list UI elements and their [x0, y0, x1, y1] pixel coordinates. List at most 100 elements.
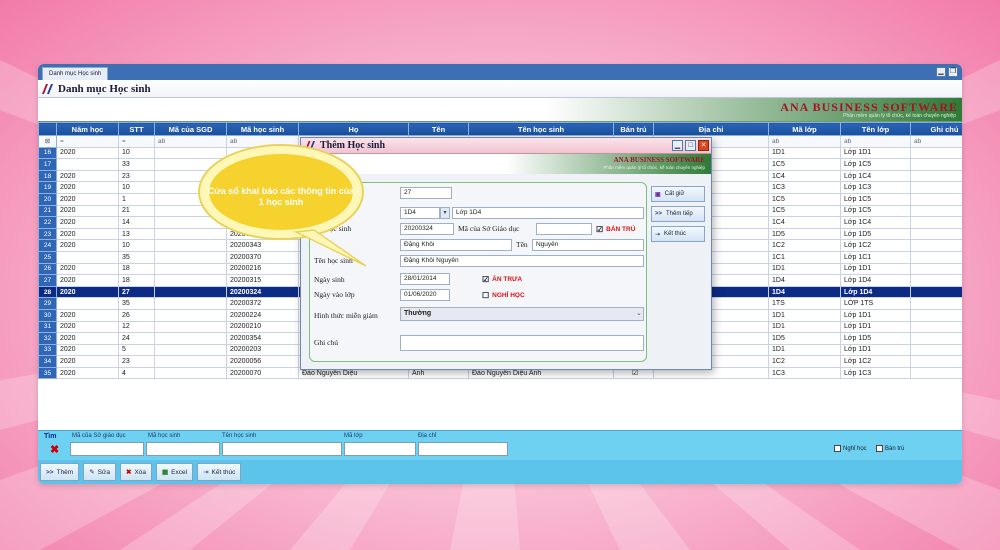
- search-ma-sgd-input[interactable]: [70, 442, 144, 456]
- row-number[interactable]: 25: [38, 250, 57, 264]
- filter-cell[interactable]: =: [56, 135, 119, 148]
- ban-tru-checkbox[interactable]: ☑ BÁN TRÚ: [596, 225, 635, 234]
- chevron-down-icon[interactable]: ⌄: [636, 309, 642, 317]
- cell-malop: 1TS: [768, 297, 841, 310]
- row-number[interactable]: 19: [38, 181, 57, 194]
- first-name-field[interactable]: Nguyên: [532, 239, 644, 251]
- row-number[interactable]: 22: [38, 216, 57, 229]
- add-button[interactable]: >> Thêm: [40, 463, 80, 481]
- restore-icon[interactable]: ❐: [948, 67, 958, 77]
- column-header[interactable]: Tên học sinh: [468, 122, 614, 136]
- filter-cell[interactable]: ab: [768, 135, 841, 148]
- exit-dialog-label: Kết thúc: [664, 231, 687, 237]
- filter-cell[interactable]: ab: [910, 135, 962, 148]
- cell-nam: 2020: [56, 308, 119, 322]
- mien-giam-label: Hình thức miễn giảm: [314, 311, 378, 320]
- row-number[interactable]: 23: [38, 227, 57, 241]
- cell-nam: 2020: [56, 366, 119, 380]
- double-arrow-icon: >>: [655, 211, 663, 217]
- row-number[interactable]: 16: [38, 146, 57, 160]
- nghi-hoc-checkbox[interactable]: ☐ NGHỈ HỌC: [482, 291, 525, 300]
- an-trua-checkbox[interactable]: ☑ ĂN TRƯA: [482, 275, 522, 284]
- discount-select[interactable]: Thường: [400, 307, 644, 321]
- cell-gc: [910, 262, 962, 276]
- cell-sgd: [154, 355, 227, 368]
- row-number[interactable]: 24: [38, 239, 57, 252]
- delete-button[interactable]: ✖ Xóa: [119, 463, 153, 481]
- row-number[interactable]: 20: [38, 192, 57, 206]
- row-number[interactable]: 29: [38, 297, 57, 310]
- cell-stt: 4: [118, 366, 155, 380]
- enroll-date-field[interactable]: 01/06/2020: [400, 289, 450, 301]
- ban-tru-checkbox[interactable]: Bán trú: [876, 445, 904, 452]
- excel-button[interactable]: ▦ Excel: [156, 463, 194, 481]
- nghi-hoc-label: NGHỈ HỌC: [492, 292, 525, 299]
- ban-tru-label: Bán trú: [885, 445, 905, 452]
- cell-malop: 1D1: [768, 320, 841, 334]
- column-header[interactable]: Ghi chú: [910, 122, 962, 136]
- row-number[interactable]: 33: [38, 343, 57, 357]
- search-ten-hs-input[interactable]: [222, 442, 342, 456]
- row-number[interactable]: 26: [38, 262, 57, 276]
- row-number[interactable]: 27: [38, 274, 57, 287]
- cell-gc: [910, 181, 962, 194]
- last-name-field[interactable]: Đặng Khôi: [400, 239, 512, 251]
- search-dia-chi-input[interactable]: [418, 442, 508, 456]
- clear-search-icon[interactable]: ✖: [50, 443, 59, 456]
- column-header[interactable]: Tên: [408, 122, 469, 136]
- cell-stt: 1: [118, 192, 155, 206]
- student-id-field[interactable]: 20200324: [400, 223, 454, 235]
- column-header[interactable]: Mã lớp: [768, 122, 841, 136]
- maximize-icon[interactable]: □: [685, 140, 696, 151]
- column-header[interactable]: Tên lớp: [840, 122, 911, 136]
- cell-malop: 1C5: [768, 192, 841, 206]
- search-ma-hs-input[interactable]: [146, 442, 220, 456]
- minimize-icon[interactable]: ▁: [936, 67, 946, 77]
- row-number[interactable]: 21: [38, 204, 57, 218]
- edit-button[interactable]: ✎ Sửa: [83, 463, 116, 481]
- exit-dialog-button[interactable]: ⇥ Kết thúc: [651, 226, 705, 242]
- filter-icon[interactable]: ⊠: [38, 135, 57, 148]
- column-header[interactable]: Năm học: [56, 122, 119, 136]
- birthdate-field[interactable]: 28/01/2014: [400, 273, 450, 285]
- row-number[interactable]: 34: [38, 355, 57, 368]
- tab-danh-muc-hoc-sinh[interactable]: Danh mục Học sinh: [42, 67, 109, 80]
- excel-label: Excel: [171, 468, 188, 476]
- save-button[interactable]: ▣ Cất giữ: [651, 186, 705, 202]
- tab-window-controls: ▁ ❐: [936, 67, 958, 77]
- row-number[interactable]: 17: [38, 158, 57, 171]
- column-header[interactable]: Mã học sinh: [226, 122, 299, 136]
- stt-field[interactable]: 27: [400, 187, 452, 199]
- column-header[interactable]: STT: [118, 122, 155, 136]
- search-label-ma-lop: Mã lớp: [344, 433, 363, 439]
- row-number[interactable]: 28: [38, 285, 57, 299]
- checkbox-checked-icon: ☑: [596, 225, 604, 234]
- ma-sgd-field[interactable]: [536, 223, 592, 235]
- add-label: Thêm: [56, 468, 74, 476]
- full-name-field[interactable]: Đặng Khôi Nguyên: [400, 255, 644, 267]
- minimize-icon[interactable]: ▁: [672, 140, 683, 151]
- row-number[interactable]: 32: [38, 332, 57, 345]
- ban-tru-label: BÁN TRÚ: [606, 226, 636, 233]
- row-number[interactable]: 18: [38, 169, 57, 183]
- row-number[interactable]: 35: [38, 366, 57, 380]
- chevron-down-icon[interactable]: ▾: [440, 207, 450, 219]
- cell-malop: 1C2: [768, 239, 841, 252]
- column-header[interactable]: Họ: [298, 122, 409, 136]
- note-field[interactable]: [400, 335, 644, 351]
- cell-malop: 1C3: [768, 181, 841, 194]
- class-code-select[interactable]: 1D4: [400, 207, 440, 219]
- filter-cell[interactable]: ab: [840, 135, 911, 148]
- row-number[interactable]: 30: [38, 308, 57, 322]
- row-number[interactable]: 31: [38, 320, 57, 334]
- column-header[interactable]: Mã của SGD: [154, 122, 227, 136]
- column-header[interactable]: Bán trú: [613, 122, 654, 136]
- search-ma-lop-input[interactable]: [344, 442, 416, 456]
- filter-cell[interactable]: =: [118, 135, 155, 148]
- close-icon[interactable]: ✕: [698, 140, 709, 151]
- column-header[interactable]: Địa chỉ: [653, 122, 769, 136]
- nghi-hoc-checkbox[interactable]: Nghỉ học: [834, 445, 867, 452]
- exit-button[interactable]: ⇥ Kết thúc: [197, 463, 242, 481]
- add-next-button[interactable]: >> Thêm tiếp: [651, 206, 705, 222]
- cell-malop: 1C5: [768, 204, 841, 218]
